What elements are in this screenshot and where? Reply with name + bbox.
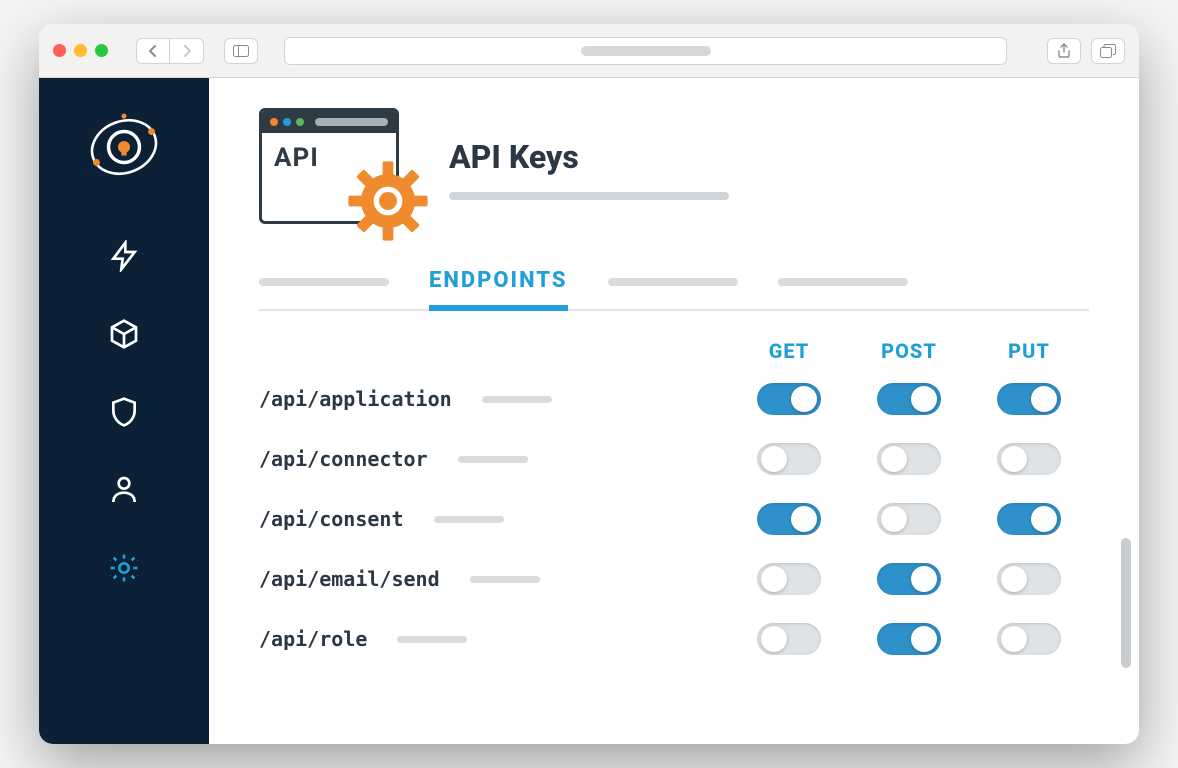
table-row: /api/consent [259, 489, 1089, 549]
user-icon [108, 474, 140, 510]
sidebar-item-packages[interactable] [102, 314, 146, 358]
tab-placeholder[interactable] [608, 278, 738, 286]
close-window-button[interactable] [53, 44, 66, 57]
traffic-lights [53, 44, 108, 57]
endpoint-stub [482, 396, 552, 403]
endpoint-path: /api/email/send [259, 567, 440, 591]
sidebar [39, 78, 209, 744]
endpoint-stub [470, 576, 540, 583]
endpoint-path: /api/connector [259, 447, 428, 471]
tabs-button[interactable] [1091, 38, 1125, 64]
table-row: /api/application [259, 369, 1089, 429]
endpoint-stub [397, 636, 467, 643]
toggle-get[interactable] [757, 503, 821, 535]
sidebar-item-activity[interactable] [102, 236, 146, 280]
titlebar [39, 24, 1139, 78]
toggle-get[interactable] [757, 443, 821, 475]
column-put: PUT [969, 339, 1089, 363]
toggle-put[interactable] [997, 503, 1061, 535]
table-header: GET POST PUT [259, 329, 1089, 369]
page-title: API Keys [449, 138, 1089, 176]
main-content: API [209, 78, 1139, 744]
forward-button[interactable] [170, 38, 204, 64]
toggle-put[interactable] [997, 623, 1061, 655]
tab-endpoints[interactable]: ENDPOINTS [429, 268, 568, 311]
column-get: GET [729, 339, 849, 363]
nav-buttons [136, 38, 204, 64]
sidebar-item-security[interactable] [102, 392, 146, 436]
endpoint-stub [434, 516, 504, 523]
endpoints-table: GET POST PUT /api/application/api/connec… [259, 329, 1089, 669]
api-illustration: API [259, 108, 419, 224]
toggle-get[interactable] [757, 623, 821, 655]
table-row: /api/connector [259, 429, 1089, 489]
column-post: POST [849, 339, 969, 363]
back-button[interactable] [136, 38, 170, 64]
endpoint-path: /api/application [259, 387, 452, 411]
toggle-get[interactable] [757, 383, 821, 415]
toggle-post[interactable] [877, 383, 941, 415]
toggle-put[interactable] [997, 563, 1061, 595]
tabs: ENDPOINTS [259, 268, 1089, 311]
toggle-post[interactable] [877, 623, 941, 655]
sidebar-item-settings[interactable] [102, 548, 146, 592]
minimize-window-button[interactable] [74, 44, 87, 57]
address-bar-placeholder [581, 46, 711, 56]
sidebar-item-users[interactable] [102, 470, 146, 514]
toggle-post[interactable] [877, 503, 941, 535]
browser-window: API [39, 24, 1139, 744]
toggle-put[interactable] [997, 443, 1061, 475]
toggle-post[interactable] [877, 563, 941, 595]
endpoint-stub [458, 456, 528, 463]
app-logo [79, 102, 169, 192]
scrollbar-thumb[interactable] [1121, 538, 1131, 668]
tab-placeholder[interactable] [778, 278, 908, 286]
table-row: /api/email/send [259, 549, 1089, 609]
table-row: /api/role [259, 609, 1089, 669]
gear-icon [108, 552, 140, 588]
toggle-post[interactable] [877, 443, 941, 475]
toggle-put[interactable] [997, 383, 1061, 415]
title-underline [449, 192, 729, 200]
toggle-get[interactable] [757, 563, 821, 595]
page-header: API [259, 108, 1089, 224]
gear-icon [343, 156, 433, 246]
endpoint-path: /api/role [259, 627, 367, 651]
tab-placeholder[interactable] [259, 278, 389, 286]
shield-icon [108, 396, 140, 432]
share-button[interactable] [1047, 38, 1081, 64]
zoom-window-button[interactable] [95, 44, 108, 57]
bolt-icon [108, 240, 140, 276]
endpoint-path: /api/consent [259, 507, 404, 531]
cube-icon [108, 318, 140, 354]
sidebar-toggle-button[interactable] [224, 38, 258, 64]
address-bar[interactable] [284, 37, 1007, 65]
